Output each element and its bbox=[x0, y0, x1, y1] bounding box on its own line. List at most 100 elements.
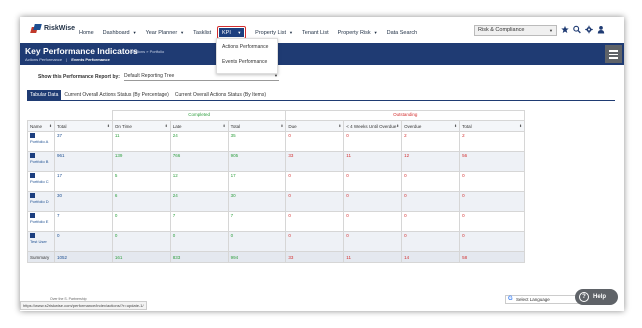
summary-cell: 1052 bbox=[53, 251, 113, 263]
report-selector-row: Show this Performance Report by: Default… bbox=[38, 73, 279, 81]
chevron-down-icon: ▼ bbox=[289, 30, 294, 35]
chevron-down-icon: ▼ bbox=[180, 30, 185, 35]
portfolio-link[interactable]: Portfolio B bbox=[30, 153, 52, 164]
summary-cell: 161 bbox=[111, 251, 171, 263]
summary-row: Summary 1052 161 833 994 33 11 14 58 bbox=[27, 251, 525, 263]
menu-year-planner[interactable]: Year Planner ▼ bbox=[146, 30, 185, 36]
star-icon[interactable] bbox=[561, 25, 569, 34]
table-cell: 0 bbox=[343, 171, 403, 192]
tab-status-by-percentage[interactable]: Current Overall Actions Status (By Perce… bbox=[61, 90, 172, 100]
portfolio-link[interactable]: Portfolio D bbox=[30, 193, 52, 204]
table-cell: 0 bbox=[111, 231, 171, 252]
row-name-cell[interactable]: Portfolio E bbox=[27, 211, 55, 232]
sort-icon: ⬍ bbox=[454, 124, 458, 128]
col-header-outstanding-total-label: Total bbox=[462, 123, 472, 129]
table-row: Portfolio D 30 6 24 30 0 0 0 0 bbox=[27, 191, 525, 212]
menu-property-list[interactable]: Property List ▼ bbox=[255, 30, 293, 36]
menu-year-planner-label: Year Planner bbox=[145, 30, 178, 36]
tab-tabular-data[interactable]: Tabular Data bbox=[27, 90, 62, 100]
portfolio-name: Portfolio D bbox=[30, 199, 49, 204]
building-icon bbox=[30, 133, 35, 138]
report-tree-select[interactable]: Default Reporting Tree ▼ bbox=[123, 73, 279, 81]
hamburger-menu-icon[interactable] bbox=[605, 45, 622, 63]
table-cell: 30 bbox=[53, 191, 113, 212]
col-header-outstanding-total[interactable]: Total ⬍ bbox=[459, 120, 525, 132]
portfolio-link[interactable]: Portfolio C bbox=[30, 173, 52, 184]
kpi-table-body: Portfolio A 37 11 24 35 0 0 2 2 Portfolio B 961 139… bbox=[27, 131, 525, 263]
table-cell: 2 bbox=[459, 131, 525, 152]
group-completed: Completed bbox=[111, 110, 287, 121]
menu-data-search[interactable]: Data Search bbox=[387, 30, 418, 36]
col-header-due-label: Due bbox=[288, 123, 297, 129]
group-header-row: Completed Outstanding bbox=[27, 110, 525, 121]
table-cell: 0 bbox=[459, 211, 525, 232]
help-button[interactable]: ? Help bbox=[575, 289, 618, 305]
menu-tasklist[interactable]: Tasklist bbox=[193, 30, 211, 36]
table-cell: 0 bbox=[459, 231, 525, 252]
col-header-overdue[interactable]: Overdue ⬍ bbox=[401, 120, 461, 132]
col-header-on-time[interactable]: On Time ⬍ bbox=[111, 120, 171, 132]
row-name-cell[interactable]: Portfolio A bbox=[27, 131, 55, 152]
menu-tasklist-label: Tasklist bbox=[193, 30, 212, 36]
menu-kpi[interactable]: KPI ▼ bbox=[219, 28, 244, 37]
col-header-4-weeks[interactable]: < 4 Weeks Until Overdue ⬍ bbox=[343, 120, 403, 132]
search-icon[interactable] bbox=[573, 25, 581, 34]
menu-dashboard[interactable]: Dashboard ▼ bbox=[103, 30, 137, 36]
building-icon bbox=[30, 233, 35, 238]
user-icon[interactable] bbox=[597, 25, 605, 34]
module-select[interactable]: Risk & Compliance ▼ bbox=[474, 25, 557, 36]
sort-icon: ⬍ bbox=[222, 124, 226, 128]
group-header-blank bbox=[27, 110, 113, 121]
col-header-due[interactable]: Due ⬍ bbox=[285, 120, 345, 132]
module-select-value: Risk & Compliance bbox=[478, 27, 525, 33]
table-cell: 905 bbox=[227, 151, 287, 172]
table-cell: 0 bbox=[459, 191, 525, 212]
table-cell: 24 bbox=[169, 131, 229, 152]
summary-cell: 833 bbox=[169, 251, 229, 263]
dropdown-item-events-performance[interactable]: Events Performance bbox=[217, 54, 277, 69]
row-name-cell[interactable]: Portfolio C bbox=[27, 171, 55, 192]
page-title: Key Performance Indicators bbox=[25, 46, 138, 56]
table-cell: 56 bbox=[459, 151, 525, 172]
table-cell: 139 bbox=[111, 151, 171, 172]
table-cell: 0 bbox=[401, 231, 461, 252]
portfolio-link[interactable]: Test User bbox=[30, 233, 52, 244]
row-name-cell[interactable]: Portfolio B bbox=[27, 151, 55, 172]
riskwise-logo[interactable]: RiskWise bbox=[30, 24, 76, 33]
table-cell: 0 bbox=[285, 171, 345, 192]
table-cell: 0 bbox=[343, 231, 403, 252]
menu-tenant-list[interactable]: Tenant List bbox=[302, 30, 329, 36]
nav-icon-group bbox=[561, 25, 605, 34]
row-name-cell[interactable]: Test User bbox=[27, 231, 55, 252]
help-button-label: Help bbox=[593, 294, 607, 300]
subnav-actions-performance[interactable]: Actions Performance bbox=[25, 57, 62, 62]
brand-name: RiskWise bbox=[44, 25, 76, 32]
table-cell: 0 bbox=[343, 131, 403, 152]
col-header-completed-total-label: Total bbox=[230, 123, 241, 129]
chevron-down-icon: ▼ bbox=[549, 28, 553, 33]
column-header-row: Name ⬍ Total ⬍ On Time ⬍ Late ⬍ Total ⬍ Due ⬍ … bbox=[27, 120, 525, 132]
row-name-cell[interactable]: Portfolio D bbox=[27, 191, 55, 212]
menu-home[interactable]: Home bbox=[79, 30, 94, 36]
col-header-late[interactable]: Late ⬍ bbox=[169, 120, 229, 132]
col-header-total[interactable]: Total ⬍ bbox=[53, 120, 113, 132]
tab-status-by-items[interactable]: Current Overall Actions Status (By Items… bbox=[172, 90, 269, 100]
portfolio-name: Portfolio A bbox=[30, 139, 49, 144]
col-header-4-weeks-label: < 4 Weeks Until Overdue bbox=[346, 123, 397, 129]
table-cell: 12 bbox=[401, 151, 461, 172]
portfolio-link[interactable]: Portfolio E bbox=[30, 213, 52, 224]
subnav-events-performance[interactable]: Events Performance bbox=[71, 57, 110, 62]
portfolio-link[interactable]: Portfolio A bbox=[30, 133, 52, 144]
table-row: Portfolio E70770000 bbox=[27, 211, 525, 232]
summary-cell: 11 bbox=[343, 251, 403, 263]
col-header-name[interactable]: Name ⬍ bbox=[27, 120, 55, 132]
col-header-name-label: Name bbox=[30, 123, 43, 129]
col-header-completed-total[interactable]: Total ⬍ bbox=[227, 120, 287, 132]
dropdown-item-actions-performance[interactable]: Actions Performance bbox=[217, 39, 277, 54]
table-row: Portfolio B 961 139 766 905 33 11 12 56 bbox=[27, 151, 525, 172]
summary-cell: 33 bbox=[285, 251, 345, 263]
table-cell: 11 bbox=[111, 131, 171, 152]
table-row: Test User 0 0 0 0 0 0 0 0 bbox=[27, 231, 525, 252]
gear-icon[interactable] bbox=[585, 25, 593, 34]
menu-property-risk[interactable]: Property Risk ▼ bbox=[338, 30, 378, 36]
